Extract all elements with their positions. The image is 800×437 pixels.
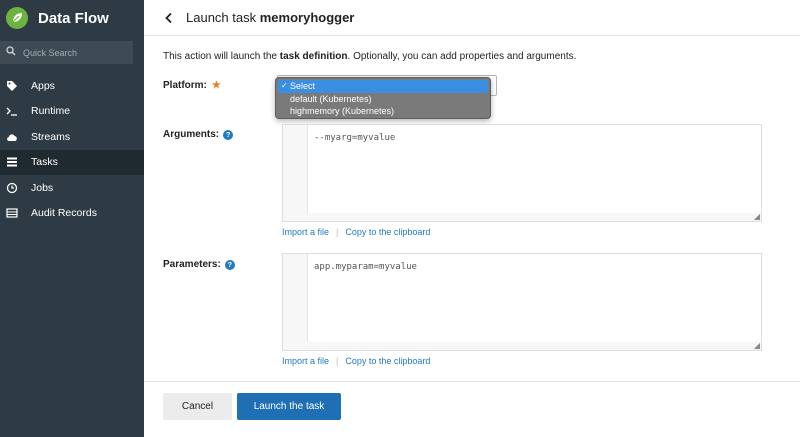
intro-bold: task definition [279, 51, 348, 62]
parameters-actions: Import a file | Copy to the clipboard [282, 356, 430, 366]
tags-icon [6, 80, 18, 92]
platform-option-select[interactable]: ✓ Select [278, 80, 488, 93]
sidebar-nav: Apps Runtime Streams Tasks Jobs Audit Re… [0, 73, 144, 226]
sidebar: Data Flow Apps Runtime Streams [0, 0, 144, 437]
sidebar-item-tasks[interactable]: Tasks [0, 149, 144, 175]
help-icon[interactable]: ? [224, 259, 235, 270]
copy-clipboard-link[interactable]: Copy to the clipboard [345, 227, 430, 237]
sidebar-item-runtime[interactable]: Runtime [0, 99, 144, 125]
arguments-label: Arguments: ? [163, 129, 234, 140]
page-title: Launch task memoryhogger [186, 10, 354, 25]
chevron-left-icon [165, 12, 172, 23]
sidebar-item-audit-records[interactable]: Audit Records [0, 201, 144, 227]
sidebar-item-label: Tasks [31, 156, 58, 169]
copy-clipboard-link[interactable]: Copy to the clipboard [345, 356, 430, 366]
search-input[interactable] [23, 47, 123, 58]
intro-text: This action will launch the task definit… [163, 51, 576, 62]
sidebar-item-label: Jobs [31, 181, 54, 194]
launch-task-button[interactable]: Launch the task [237, 393, 341, 420]
resize-handle-icon[interactable]: ◢ [754, 342, 760, 350]
platform-label: Platform: ★ [163, 80, 221, 91]
search-icon [6, 46, 16, 59]
list-icon [6, 156, 18, 168]
sidebar-item-label: Apps [31, 79, 55, 92]
page-header: Launch task memoryhogger [144, 0, 800, 36]
quick-search[interactable] [0, 41, 133, 64]
import-file-link[interactable]: Import a file [282, 227, 329, 237]
sidebar-item-label: Runtime [31, 105, 71, 118]
help-icon[interactable]: ? [223, 129, 234, 140]
table-icon [6, 207, 18, 219]
platform-dropdown: ✓ Select default (Kubernetes) highmemory… [275, 77, 491, 119]
back-button[interactable] [164, 12, 184, 24]
platform-option-highmemory[interactable]: highmemory (Kubernetes) [276, 105, 490, 118]
divider: | [336, 227, 339, 237]
terminal-icon [6, 105, 18, 117]
arguments-label-text: Arguments: [163, 129, 220, 140]
option-label: highmemory (Kubernetes) [290, 106, 395, 116]
intro-after: . Optionally, you can add properties and… [347, 51, 577, 62]
parameters-editor: app.myparam=myvalue ◢ [282, 253, 762, 351]
checkmark-icon: ✓ [281, 81, 288, 90]
arguments-editor: --myarg=myvalue ◢ [282, 124, 762, 222]
parameters-textarea[interactable]: app.myparam=myvalue [307, 254, 761, 342]
form-footer: Cancel Launch the task [144, 381, 800, 437]
app-title: Data Flow [38, 9, 109, 27]
option-label: Select [290, 81, 316, 91]
import-file-link[interactable]: Import a file [282, 356, 329, 366]
divider: | [336, 356, 339, 366]
sidebar-item-label: Audit Records [31, 207, 97, 220]
parameters-label-text: Parameters: [163, 259, 221, 270]
resize-handle-icon[interactable]: ◢ [754, 213, 760, 221]
arguments-actions: Import a file | Copy to the clipboard [282, 227, 430, 237]
intro-before: This action will launch the [163, 51, 280, 62]
title-prefix: Launch task [186, 10, 257, 25]
cancel-button[interactable]: Cancel [163, 393, 232, 420]
sidebar-item-jobs[interactable]: Jobs [0, 175, 144, 201]
clock-icon [6, 182, 18, 194]
brand[interactable]: Data Flow [6, 6, 109, 30]
cloud-icon [6, 131, 18, 143]
platform-label-text: Platform: [163, 80, 207, 91]
parameters-label: Parameters: ? [163, 259, 235, 270]
platform-option-default[interactable]: default (Kubernetes) [276, 93, 490, 106]
sidebar-item-streams[interactable]: Streams [0, 124, 144, 150]
sidebar-item-label: Streams [31, 130, 71, 143]
sidebar-item-apps[interactable]: Apps [0, 73, 144, 99]
task-name: memoryhogger [259, 10, 355, 25]
option-label: default (Kubernetes) [290, 93, 372, 104]
arguments-textarea[interactable]: --myarg=myvalue [307, 125, 761, 213]
required-star-icon: ★ [211, 80, 221, 91]
leaf-logo-icon [6, 7, 28, 29]
